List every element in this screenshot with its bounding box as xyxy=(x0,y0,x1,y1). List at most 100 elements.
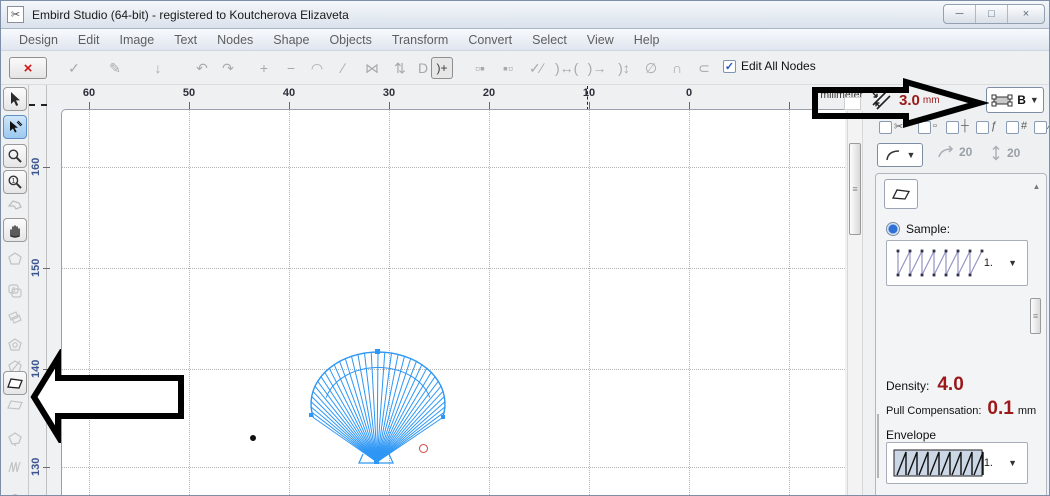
menu-item-transform[interactable]: Transform xyxy=(382,31,459,49)
arch-icon[interactable]: ∩ xyxy=(666,57,688,79)
shell-design[interactable] xyxy=(301,342,456,470)
option-checkbox-6[interactable] xyxy=(1034,121,1047,134)
option-checkbox-1[interactable] xyxy=(879,121,892,134)
manual-stitch-tool[interactable] xyxy=(3,455,27,479)
pull-compensation-label: Pull Compensation: xyxy=(886,405,981,417)
undo-icon[interactable]: ↶ xyxy=(191,57,213,79)
corner-height-value[interactable]: 20 xyxy=(1007,146,1020,160)
corner-smooth-value[interactable]: 20 xyxy=(959,145,972,159)
node-square-icon-1[interactable]: ▫▪ xyxy=(469,57,491,79)
edit-all-nodes-checkbox[interactable]: ✓ xyxy=(723,60,736,73)
menu-item-image[interactable]: Image xyxy=(109,31,164,49)
sample-radio-row: Sample: xyxy=(886,222,950,236)
edit-all-nodes-label: Edit All Nodes xyxy=(741,59,816,73)
apply-icon[interactable]: ✓ xyxy=(63,57,85,79)
menu-item-help[interactable]: Help xyxy=(624,31,670,49)
fill-shape-tool[interactable] xyxy=(3,427,27,451)
style-b-dropdown[interactable]: B ▼ xyxy=(986,87,1044,113)
validate-nodes-icon[interactable]: ✓∕ xyxy=(525,57,547,79)
panel-scrollbar-thumb[interactable]: ≡ xyxy=(1030,298,1041,334)
column-tool[interactable] xyxy=(3,371,27,395)
panel-splitter[interactable] xyxy=(877,414,882,478)
chevron-down-icon: ▼ xyxy=(1008,458,1017,468)
stitch-order-icon[interactable]: ↓ xyxy=(147,57,169,79)
square-icon: ▫ xyxy=(933,120,937,132)
design-canvas[interactable] xyxy=(61,109,845,496)
menu-item-convert[interactable]: Convert xyxy=(458,31,522,49)
node-square-icon-2[interactable]: ▪▫ xyxy=(497,57,519,79)
menu-item-edit[interactable]: Edit xyxy=(68,31,110,49)
freehand-select-tool[interactable] xyxy=(3,193,27,217)
chevron-down-icon: ▼ xyxy=(907,150,916,160)
zoom-1-tool[interactable]: 1 xyxy=(3,170,27,194)
delete-node-icon[interactable]: − xyxy=(280,57,302,79)
sew-simulator-icon[interactable]: ✎ xyxy=(104,57,126,79)
curve-type-dropdown[interactable]: ▼ xyxy=(877,143,923,167)
v-ruler-tickmark xyxy=(43,467,50,468)
minimize-button[interactable]: ─ xyxy=(944,5,976,23)
reject-button[interactable]: × xyxy=(9,57,47,79)
ellipse-icon[interactable]: ∅ xyxy=(640,57,662,79)
scissors-icon: ✂ xyxy=(894,120,903,133)
sample-pattern-dropdown[interactable]: 1. ▼ xyxy=(886,240,1028,286)
column-alt-tool[interactable] xyxy=(3,393,27,417)
pan-tool[interactable] xyxy=(3,218,27,242)
sample-radio[interactable] xyxy=(886,222,900,236)
canvas-scrollbar-thumb[interactable]: ≡ xyxy=(849,143,861,235)
zoom-tool[interactable] xyxy=(3,144,27,168)
restore-button[interactable]: □ xyxy=(976,5,1008,23)
menu-item-nodes[interactable]: Nodes xyxy=(207,31,263,49)
close-button[interactable]: × xyxy=(1008,5,1044,23)
menu-item-text[interactable]: Text xyxy=(164,31,207,49)
column-properties-tab[interactable] xyxy=(884,179,918,209)
scrollbar-corner xyxy=(844,97,861,110)
open-curve-icon[interactable]: ⊂ xyxy=(693,57,715,79)
edit-nodes-tool[interactable] xyxy=(3,115,27,139)
menu-item-select[interactable]: Select xyxy=(522,31,577,49)
corner-height-control[interactable]: 20 xyxy=(991,145,1020,161)
width-right-icon[interactable]: )→ xyxy=(586,57,608,79)
pull-compensation-value[interactable]: 0.1 xyxy=(987,398,1013,420)
start-point-marker[interactable] xyxy=(419,444,428,453)
app-icon: ✂ xyxy=(7,6,24,23)
h-ruler-tick-30: 30 xyxy=(374,87,404,99)
scroll-up-icon[interactable]: ▲ xyxy=(1030,180,1043,193)
split-icon[interactable]: ⋈ xyxy=(361,57,383,79)
partial-tool[interactable] xyxy=(3,483,27,496)
panel-scrollbar[interactable]: ▲ ≡ xyxy=(1030,180,1043,496)
canvas-vertical-scrollbar[interactable]: ≡ xyxy=(847,111,863,496)
stitch-point[interactable] xyxy=(250,435,256,441)
line-segment-icon[interactable]: ∕ xyxy=(332,57,354,79)
corner-smooth-control[interactable]: 20 xyxy=(937,145,972,159)
h-ruler-tick-20: 20 xyxy=(474,87,504,99)
grid-line-horizontal xyxy=(62,167,845,168)
envelope-pattern-dropdown[interactable]: 1. ▼ xyxy=(886,442,1028,484)
h-ruler-tickmark xyxy=(489,102,490,109)
outline-shape-tool[interactable] xyxy=(3,247,27,271)
option-checkbox-2[interactable] xyxy=(918,121,931,134)
stitch-order-tool[interactable]: 5 xyxy=(3,279,27,303)
menu-item-design[interactable]: Design xyxy=(9,31,68,49)
stitch-length-value[interactable]: 3.0 xyxy=(899,92,920,109)
density-value[interactable]: 4.0 xyxy=(937,374,963,396)
vertical-ruler: 160150140130 xyxy=(29,85,47,496)
duplicate-tool[interactable] xyxy=(3,305,27,329)
menu-item-shape[interactable]: Shape xyxy=(263,31,319,49)
arc-icon xyxy=(885,149,901,161)
menu-item-view[interactable]: View xyxy=(577,31,624,49)
redo-icon[interactable]: ↷ xyxy=(217,57,239,79)
width-both-icon[interactable]: )↔( xyxy=(555,57,578,79)
edit-nodes-button[interactable]: )+ xyxy=(431,57,453,79)
menu-item-objects[interactable]: Objects xyxy=(319,31,381,49)
node-settings-icon[interactable]: ⇅ xyxy=(389,57,411,79)
option-checkbox-3[interactable] xyxy=(946,121,959,134)
select-tool[interactable] xyxy=(3,87,27,111)
v-ruler-tick-150: 150 xyxy=(30,253,44,283)
height-icon[interactable]: )↕ xyxy=(613,57,635,79)
arc-segment-icon[interactable]: ◠ xyxy=(306,57,328,79)
add-node-icon[interactable]: + xyxy=(253,57,275,79)
option-checkbox-5[interactable] xyxy=(1006,121,1019,134)
option-checkbox-4[interactable] xyxy=(976,121,989,134)
object-properties-group: ▲ ≡ Sample: 1. ▼ Density: 4.0 Pull Compe… xyxy=(875,173,1047,496)
hole-tool[interactable] xyxy=(3,333,27,357)
